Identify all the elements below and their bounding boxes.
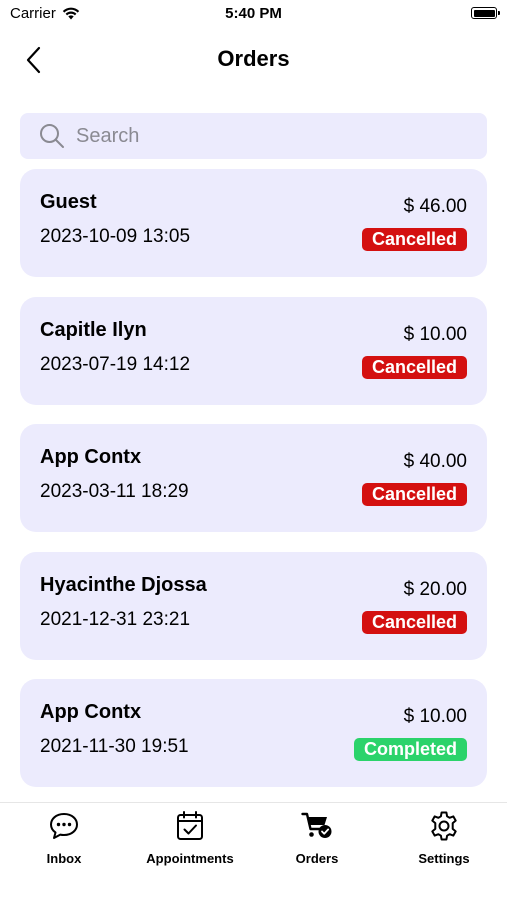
nav-header: Orders (0, 36, 507, 84)
order-customer-name: Hyacinthe Djossa (40, 573, 207, 596)
status-badge: Cancelled (361, 355, 467, 379)
order-amount: $ 10.00 (403, 706, 467, 727)
status-badge: Cancelled (361, 610, 467, 634)
page-title: Orders (217, 46, 290, 71)
tab-label: Orders (295, 851, 339, 866)
order-card[interactable]: App Contx 2021-11-30 19:51 $ 10.00 Compl… (20, 679, 487, 787)
order-date: 2021-11-30 19:51 (40, 736, 189, 757)
search-input[interactable] (74, 123, 458, 149)
status-badge: Cancelled (361, 483, 467, 506)
order-customer-name: App Contx (40, 446, 142, 468)
tab-appointments[interactable]: Appointments (127, 809, 253, 866)
calendar-check-icon (173, 809, 207, 843)
tab-inbox[interactable]: Inbox (1, 809, 127, 866)
cart-check-icon (300, 809, 334, 843)
order-card[interactable]: Hyacinthe Djossa 2021-12-31 23:21 $ 20.0… (20, 551, 487, 660)
clock: 5:40 PM (225, 5, 282, 22)
tab-bar: Inbox Appointments Orders Settings (0, 802, 507, 901)
order-amount: $ 20.00 (403, 578, 467, 600)
status-bar: Carrier 5:40 PM (0, 0, 507, 28)
order-amount: $ 46.00 (403, 196, 467, 217)
tab-label: Inbox (46, 851, 82, 866)
order-date: 2021-12-31 23:21 (40, 608, 191, 630)
order-card[interactable]: App Contx 2023-03-11 18:29 $ 40.00 Cance… (20, 424, 487, 532)
tab-label: Appointments (146, 851, 234, 866)
order-date: 2023-10-09 13:05 (40, 226, 191, 247)
gear-icon (427, 809, 461, 843)
order-date: 2023-07-19 14:12 (40, 353, 191, 375)
order-amount: $ 10.00 (403, 323, 467, 345)
tab-settings[interactable]: Settings (381, 809, 507, 866)
order-customer-name: App Contx (40, 701, 142, 723)
tab-orders[interactable]: Orders (254, 809, 380, 866)
orders-list: Guest 2023-10-09 13:05 $ 46.00 Cancelled… (20, 169, 487, 807)
status-badge: Cancelled (361, 228, 467, 251)
order-card[interactable]: Capitle Ilyn 2023-07-19 14:12 $ 10.00 Ca… (20, 296, 487, 405)
order-date: 2023-03-11 18:29 (40, 481, 189, 502)
status-badge: Completed (353, 738, 467, 761)
order-amount: $ 40.00 (403, 451, 467, 472)
order-customer-name: Capitle Ilyn (40, 318, 147, 341)
search-icon (38, 122, 66, 150)
order-card[interactable]: Guest 2023-10-09 13:05 $ 46.00 Cancelled (20, 169, 487, 277)
tab-label: Settings (418, 851, 470, 866)
chat-bubble-icon (47, 809, 81, 843)
search-bar[interactable] (20, 113, 487, 159)
order-customer-name: Guest (40, 191, 97, 213)
battery-icon (471, 7, 500, 19)
